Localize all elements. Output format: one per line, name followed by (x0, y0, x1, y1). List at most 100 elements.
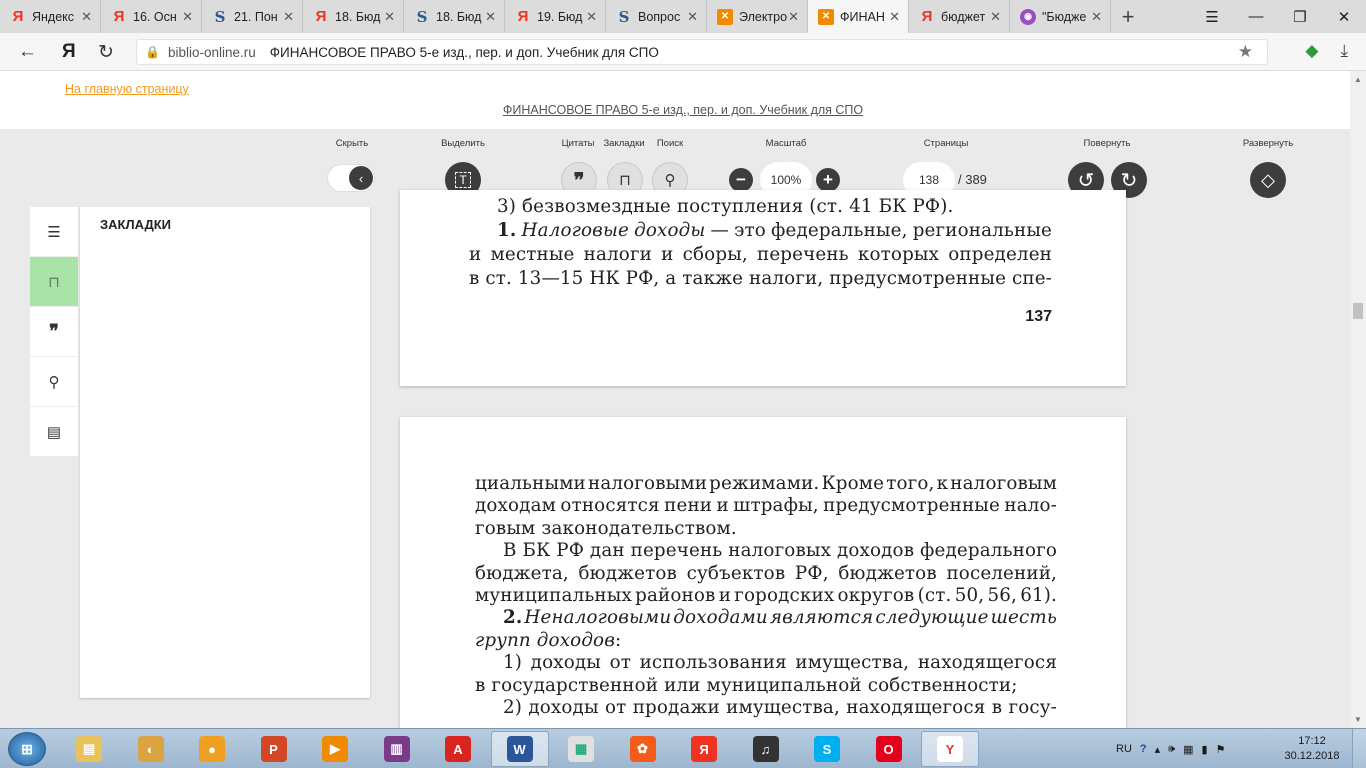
bookmark-star-icon[interactable]: ★ (1238, 42, 1253, 62)
tab-close-icon[interactable]: ✕ (283, 9, 294, 25)
tab-close-icon[interactable]: ✕ (182, 9, 193, 25)
s-icon: S (416, 7, 428, 26)
browser-tab[interactable]: Я 16. Осн ✕ (101, 0, 202, 33)
notes-tab[interactable]: ▤ (30, 407, 78, 457)
rotate-label: Повернуть (1083, 138, 1131, 149)
tab-title: ФИНАН (840, 9, 885, 24)
tab-title: 18. Бюд (335, 9, 381, 24)
tab-close-icon[interactable]: ✕ (586, 9, 597, 25)
page-total: / 389 (958, 172, 987, 187)
browser-tab[interactable]: Я 18. Бюд ✕ (303, 0, 404, 33)
maximize-button[interactable]: ❐ (1278, 0, 1322, 33)
tab-title: 18. Бюд (436, 9, 482, 24)
tab-title: 19. Бюд (537, 9, 583, 24)
download-icon[interactable]: ⤓ (1340, 41, 1348, 61)
browser-tab[interactable]: Я Яндекс ✕ (0, 0, 101, 33)
browser-tab[interactable]: S Вопрос ✕ (606, 0, 707, 33)
browser-tab[interactable]: Я 19. Бюд ✕ (505, 0, 606, 33)
window-controls: ☰ — ❐ ✕ (1190, 0, 1366, 33)
hide-toggle[interactable]: ‹ (327, 164, 375, 192)
minimize-button[interactable]: — (1234, 0, 1278, 33)
url-page-title: ФИНАНСОВОЕ ПРАВО 5-е изд., пер. и доп. У… (269, 44, 659, 60)
scroll-up-arrow-icon[interactable]: ▲ (1354, 75, 1362, 84)
browser-tab[interactable]: ✕ ФИНАН ✕ (808, 0, 909, 33)
tab-close-icon[interactable]: ✕ (788, 9, 799, 25)
text-line: 1) доходы от использования имущества, на… (503, 652, 1057, 674)
list-icon: ☰ (47, 223, 61, 241)
scroll-thumb[interactable] (1353, 303, 1363, 319)
winrar-icon: ▥ (383, 736, 410, 762)
text-line: циальными налоговыми режимами. Кроме тог… (475, 473, 1057, 494)
tab-close-icon[interactable]: ✕ (485, 9, 496, 25)
tab-close-icon[interactable]: ✕ (1091, 9, 1102, 25)
search-tab[interactable]: ⚲ (30, 357, 78, 407)
taskbar-app-explorer[interactable]: ▤ (60, 731, 118, 767)
taskbar-app-winrar[interactable]: ▥ (368, 731, 426, 767)
expand-icon: ◇ (1261, 169, 1275, 190)
app2-icon: ◐ (137, 736, 164, 762)
site-header: На главную страницу ФИНАНСОВОЕ ПРАВО 5-е… (0, 71, 1366, 129)
tray-expand-icon[interactable]: ▴ (1155, 743, 1161, 756)
tab-close-icon[interactable]: ✕ (990, 9, 1001, 25)
tab-close-icon[interactable]: ✕ (81, 9, 92, 25)
bookmarks-tab[interactable]: ⊓ (30, 257, 78, 307)
zoom-out-button[interactable]: − (729, 168, 753, 192)
taskbar-app-yandex-browser[interactable]: Y (921, 731, 979, 767)
yandex-icon: Я (691, 736, 717, 762)
skype-icon: S (814, 736, 840, 762)
media-icon: ▶ (322, 736, 348, 762)
quotes-tab[interactable]: ❞ (30, 307, 78, 357)
show-desktop-button[interactable] (1352, 729, 1366, 768)
expand-button[interactable]: ◇ (1250, 162, 1286, 198)
app3-icon: ● (199, 736, 225, 762)
taskbar-app-app2[interactable]: ◐ (122, 731, 180, 767)
page-scrollbar[interactable]: ▲ ▼ (1350, 71, 1366, 728)
flag-icon[interactable]: ⚑ (1216, 743, 1226, 756)
yandex-logo-icon[interactable]: Я (62, 41, 76, 63)
taskbar-app-media[interactable]: ▶ (306, 731, 364, 767)
taskbar-app-acrobat[interactable]: A (429, 731, 487, 767)
browser-tab[interactable]: S 21. Пон ✕ (202, 0, 303, 33)
browser-tab[interactable]: ✕ Электро ✕ (707, 0, 808, 33)
minus-icon: − (736, 170, 746, 189)
taskbar-app-app3[interactable]: ● (183, 731, 241, 767)
contents-button[interactable]: ☰ (30, 207, 78, 257)
browser-tab[interactable]: Ябюджет ✕ (909, 0, 1010, 33)
url-field[interactable]: 🔒 biblio-online.ru ФИНАНСОВОЕ ПРАВО 5-е … (136, 39, 1268, 65)
taskbar-app-apps[interactable]: ▦ (552, 731, 610, 767)
extensions-icon[interactable]: ◆ (1305, 41, 1318, 61)
zoom-in-button[interactable]: + (816, 168, 840, 192)
home-link[interactable]: На главную страницу (65, 82, 189, 96)
volume-icon[interactable]: 🕪 (1168, 743, 1175, 756)
battery-icon[interactable]: ▮ (1202, 743, 1208, 756)
pages-label: Страницы (923, 138, 969, 149)
clock[interactable]: 17:12 30.12.2018 (1282, 734, 1342, 764)
book-title-link[interactable]: ФИНАНСОВОЕ ПРАВО 5-е изд., пер. и доп. У… (0, 103, 1366, 117)
apps-icon: ▦ (568, 736, 594, 762)
taskbar-app-opera[interactable]: O (860, 731, 918, 767)
close-button[interactable]: ✕ (1322, 0, 1366, 33)
taskbar-app-audio[interactable]: ♫ (737, 731, 795, 767)
scroll-down-arrow-icon[interactable]: ▼ (1354, 715, 1362, 724)
network-icon[interactable]: ▦ (1183, 743, 1193, 756)
plus-icon: + (823, 170, 833, 189)
taskbar-app-app4[interactable]: ✿ (614, 731, 672, 767)
start-button[interactable]: ⊞ (8, 732, 46, 766)
text-line: в ст. 13—15 НК РФ, а также налоги, преду… (469, 268, 1052, 289)
reload-icon[interactable]: ↻ (98, 41, 114, 64)
taskbar-app-word[interactable]: W (490, 731, 549, 767)
taskbar-app-skype[interactable]: S (798, 731, 856, 767)
tab-close-icon[interactable]: ✕ (889, 9, 900, 25)
tab-close-icon[interactable]: ✕ (384, 9, 395, 25)
back-arrow-icon[interactable]: ← (18, 41, 37, 63)
language-indicator[interactable]: RU (1116, 743, 1132, 755)
new-tab-button[interactable]: + (1111, 0, 1145, 33)
menu-icon[interactable]: ☰ (1190, 0, 1234, 33)
browser-tab[interactable]: S 18. Бюд ✕ (404, 0, 505, 33)
rotate-right-icon: ↻ (1120, 169, 1138, 192)
tab-close-icon[interactable]: ✕ (687, 9, 698, 25)
help-icon[interactable]: ? (1140, 743, 1147, 755)
taskbar-app-yandex[interactable]: Я (675, 731, 733, 767)
browser-tab[interactable]: ◉ "Бюдже ✕ (1010, 0, 1111, 33)
taskbar-app-powerpoint[interactable]: P (245, 731, 303, 767)
